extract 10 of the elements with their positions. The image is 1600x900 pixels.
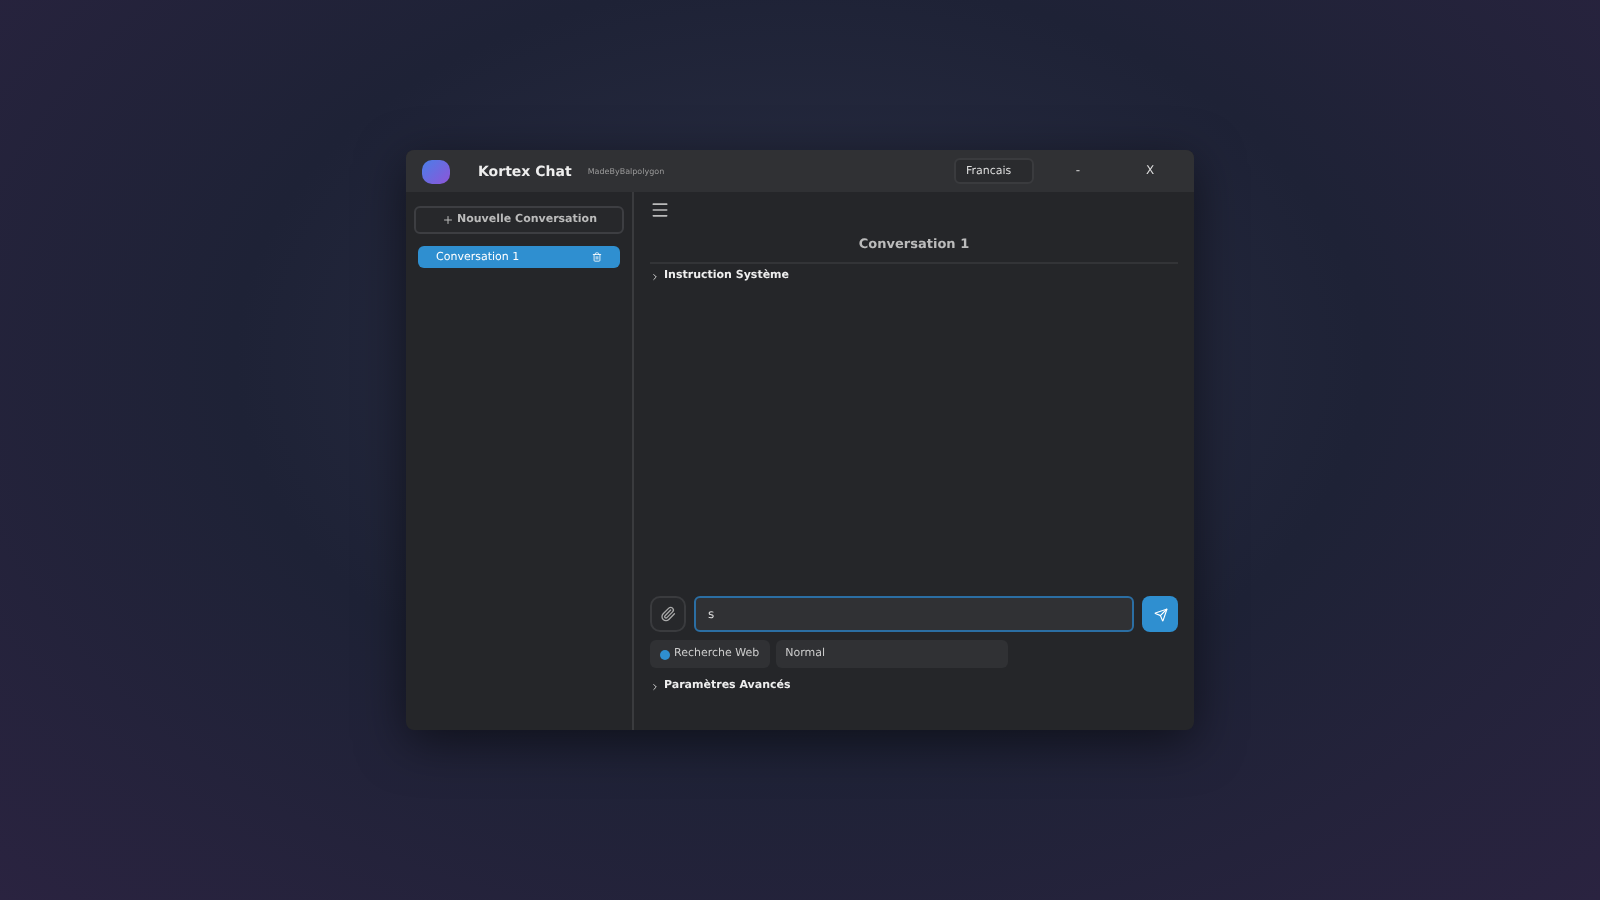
send-button[interactable] <box>1142 596 1178 632</box>
paperclip-icon <box>660 606 676 622</box>
menu-icon[interactable] <box>650 200 670 220</box>
chevron-icon <box>650 681 660 691</box>
attach-button[interactable] <box>650 596 686 632</box>
send-icon <box>1153 607 1167 621</box>
chevron-icon <box>650 271 660 281</box>
plus-icon <box>441 214 453 226</box>
trash-icon[interactable] <box>592 252 602 262</box>
logo-icon <box>422 159 450 183</box>
